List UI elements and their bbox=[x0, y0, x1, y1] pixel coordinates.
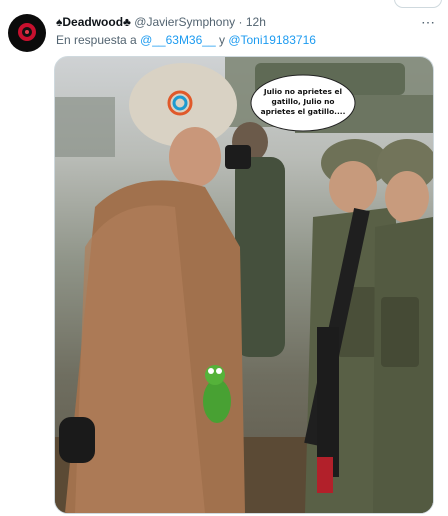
meme-illustration bbox=[55, 57, 433, 513]
speech-bubble-text: Julio no aprietes el gatillo, Julio no a… bbox=[260, 87, 346, 116]
separator: · bbox=[238, 15, 243, 29]
timestamp[interactable]: 12h bbox=[246, 15, 266, 29]
mention-link-1[interactable]: @__63M36__ bbox=[140, 33, 216, 47]
more-options-icon[interactable]: ⋯ bbox=[421, 14, 436, 31]
reply-conjunction: y bbox=[218, 33, 225, 47]
previous-tweet-strip bbox=[0, 0, 448, 8]
reply-context: En respuesta a @__63M36__ y @Toni1918371… bbox=[56, 32, 316, 48]
previous-tweet-button[interactable] bbox=[394, 0, 442, 8]
tweet[interactable]: ♠Deadwood♣ @JavierSymphony · 12h ⋯ En re… bbox=[0, 8, 448, 516]
display-name[interactable]: Deadwood bbox=[62, 15, 123, 29]
avatar-emblem bbox=[18, 23, 36, 41]
avatar[interactable] bbox=[8, 14, 46, 52]
tweet-image[interactable]: Julio no aprietes el gatillo, Julio no a… bbox=[54, 56, 434, 514]
mention-link-2[interactable]: @Toni19183716 bbox=[228, 33, 316, 47]
club-icon: ♣ bbox=[123, 15, 131, 29]
reply-prefix: En respuesta a bbox=[56, 33, 137, 47]
tweet-header: ♠Deadwood♣ @JavierSymphony · 12h bbox=[56, 14, 266, 30]
user-handle[interactable]: @JavierSymphony bbox=[134, 15, 235, 29]
